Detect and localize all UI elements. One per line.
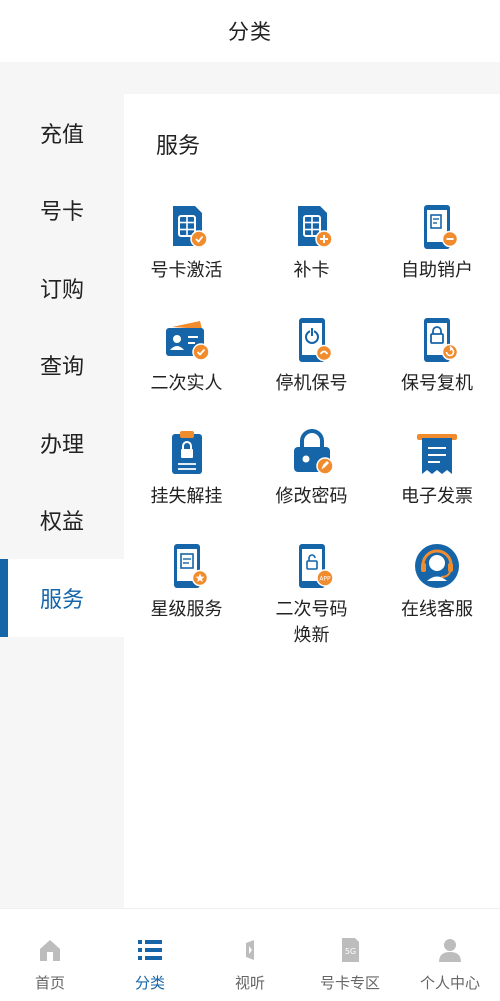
receipt-icon (412, 428, 462, 478)
service-grid: 号卡激活 补卡 自助销户 二次实人 停机保号 保号复机 挂失解挂 修改密码 电子… (124, 202, 500, 654)
sidebar-item-label: 查询 (40, 355, 85, 381)
tab-profile[interactable]: 个人中心 (400, 909, 500, 1001)
user-icon (434, 934, 466, 966)
bottom-tab-bar: 首页 分类 视听 5G 号卡专区 个人中心 (0, 908, 500, 1001)
tab-sim-zone[interactable]: 5G 号卡专区 (300, 909, 400, 1001)
service-label: 电子发票 (401, 486, 473, 507)
sidebar-item-label: 订购 (40, 277, 85, 303)
service-sim-activate[interactable]: 号卡激活 (124, 202, 249, 315)
phone-app-lock-icon: APP (287, 541, 337, 591)
list-icon (134, 934, 166, 966)
active-indicator (0, 559, 8, 637)
svg-text:5G: 5G (345, 947, 356, 956)
sidebar-item-sim-card[interactable]: 号卡 (0, 172, 124, 250)
phone-star-icon (162, 541, 212, 591)
sim-card-activate-icon (162, 202, 212, 252)
tab-label: 分类 (134, 974, 165, 992)
section-title: 服务 (156, 134, 201, 159)
service-restore[interactable]: 保号复机 (374, 315, 500, 428)
media-icon (234, 934, 266, 966)
service-self-cancel[interactable]: 自助销户 (374, 202, 500, 315)
service-suspend-keep[interactable]: 停机保号 (249, 315, 374, 428)
sidebar-item-label: 办理 (40, 432, 85, 458)
sidebar-item-benefits[interactable]: 权益 (0, 482, 124, 560)
category-sidebar: 充值 号卡 订购 查询 办理 权益 服务 (0, 94, 124, 908)
tab-label: 首页 (34, 974, 65, 992)
page-title: 分类 (228, 20, 272, 44)
service-label: 停机保号 (275, 373, 348, 394)
service-e-invoice[interactable]: 电子发票 (374, 428, 500, 541)
service-report-loss[interactable]: 挂失解挂 (124, 428, 249, 541)
tab-label: 个人中心 (419, 974, 480, 992)
tab-home[interactable]: 首页 (0, 909, 100, 1001)
sidebar-item-label: 号卡 (40, 200, 85, 226)
id-card-verify-icon (162, 315, 212, 365)
phone-cancel-account-icon (412, 202, 462, 252)
service-panel: 服务 号卡激活 补卡 自助销户 二次实人 停机保号 保号复机 挂失解挂 修改密码… (124, 94, 500, 908)
top-gap (0, 62, 500, 94)
service-sim-replace[interactable]: 补卡 (249, 202, 374, 315)
sidebar-item-label: 权益 (40, 510, 85, 536)
top-bar: 分类 (0, 0, 500, 62)
home-icon (34, 934, 66, 966)
sim-card-replace-icon (287, 202, 337, 252)
service-label: 挂失解挂 (150, 486, 223, 507)
service-change-password[interactable]: 修改密码 (249, 428, 374, 541)
service-identity-verify[interactable]: 二次实人 (124, 315, 249, 428)
service-label: 自助销户 (401, 260, 473, 281)
sidebar-item-label: 服务 (40, 587, 85, 613)
service-label: 在线客服 (401, 599, 473, 620)
sidebar-item-order[interactable]: 订购 (0, 249, 124, 327)
sidebar-item-service[interactable]: 服务 (0, 559, 124, 637)
service-label: 二次实人 (150, 373, 223, 394)
service-online-support[interactable]: 在线客服 (374, 541, 500, 654)
svg-text:APP: APP (319, 576, 331, 583)
5g-sim-icon: 5G (334, 934, 366, 966)
headset-agent-icon (412, 541, 462, 591)
service-number-renew[interactable]: APP 二次号码 焕新 (249, 541, 374, 654)
phone-power-icon (287, 315, 337, 365)
clipboard-lock-icon (162, 428, 212, 478)
service-label: 修改密码 (275, 486, 348, 507)
padlock-edit-icon (287, 428, 337, 478)
tab-label: 号卡专区 (319, 974, 380, 992)
service-label: 二次号码 焕新 (275, 599, 348, 646)
sidebar-item-label: 充值 (40, 122, 85, 148)
sidebar-item-query[interactable]: 查询 (0, 327, 124, 405)
service-star-level[interactable]: 星级服务 (124, 541, 249, 654)
tab-media[interactable]: 视听 (200, 909, 300, 1001)
service-label: 星级服务 (150, 599, 223, 620)
tab-label: 视听 (234, 974, 265, 992)
sidebar-item-handle[interactable]: 办理 (0, 404, 124, 482)
service-label: 补卡 (293, 260, 330, 281)
service-label: 保号复机 (401, 373, 473, 394)
phone-restore-icon (412, 315, 462, 365)
sidebar-item-recharge[interactable]: 充值 (0, 94, 124, 172)
tab-category[interactable]: 分类 (100, 909, 200, 1001)
service-label: 号卡激活 (150, 260, 223, 281)
